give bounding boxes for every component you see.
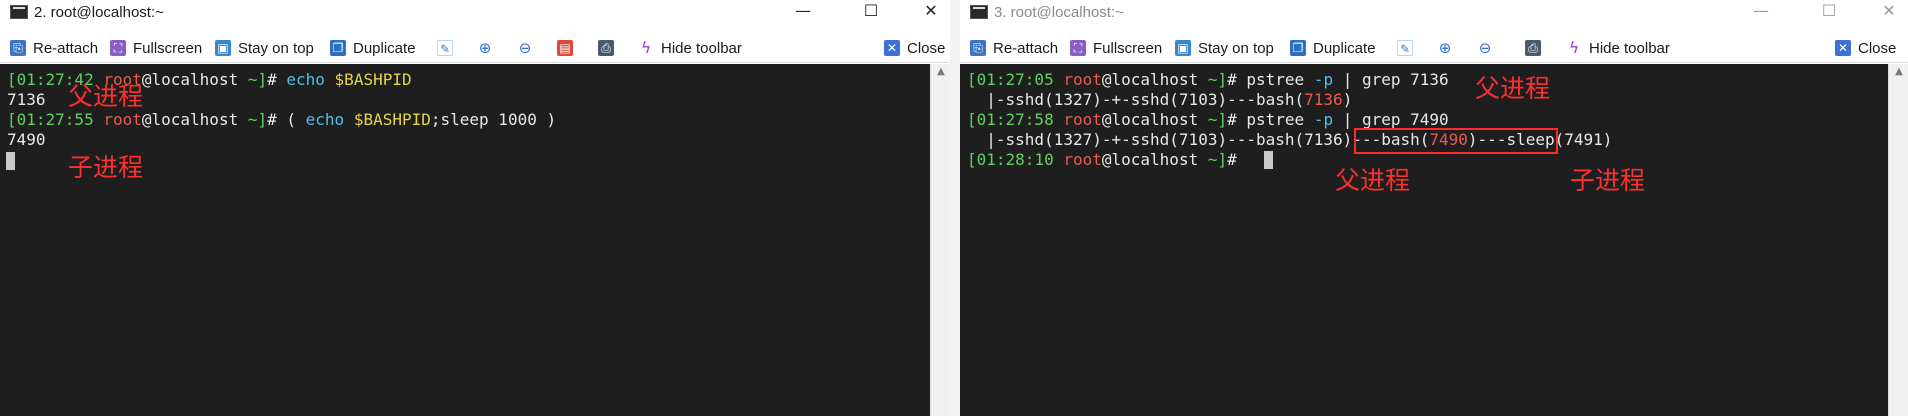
duplicate-icon: ❐ xyxy=(1290,40,1306,56)
fullscreen-icon: ⛶ xyxy=(1070,40,1086,56)
stay-on-top-icon: ▣ xyxy=(1175,40,1191,56)
hide-toolbar-button[interactable]: ϟ Hide toolbar xyxy=(1566,37,1670,59)
terminal-output[interactable]: [01:27:05 root@localhost ~]# pstree -p |… xyxy=(960,64,1888,416)
edit-button[interactable]: ✎ xyxy=(437,37,453,59)
terminal-app-icon xyxy=(10,5,28,19)
reattach-icon: ⎘ xyxy=(970,40,986,56)
vertical-scrollbar[interactable]: ▲ xyxy=(930,64,950,416)
terminal-window-right: 3. root@localhost:~ — ☐ ✕ ⎘ Re-attach ⛶ Fu… xyxy=(960,0,1908,416)
print-icon: ⎙ xyxy=(1525,40,1541,56)
edit-button[interactable]: ✎ xyxy=(1397,37,1413,59)
terminal-line: [01:27:58 root@localhost ~]# pstree -p |… xyxy=(967,110,1449,129)
terminal-line: [01:27:05 root@localhost ~]# pstree -p |… xyxy=(967,70,1449,89)
parent-process-annotation: 父进程 xyxy=(1475,74,1551,103)
save-icon: ▤ xyxy=(557,40,573,56)
title-bar[interactable]: 2. root@localhost:~ — ☐ ✕ xyxy=(0,0,950,26)
window-title: 3. root@localhost:~ xyxy=(994,4,1124,21)
fullscreen-button[interactable]: ⛶ Fullscreen xyxy=(110,37,202,59)
title-bar[interactable]: 3. root@localhost:~ — ☐ ✕ xyxy=(960,0,1908,26)
terminal-app-icon xyxy=(970,5,988,19)
reattach-button[interactable]: ⎘ Re-attach xyxy=(10,37,98,59)
hide-toolbar-button[interactable]: ϟ Hide toolbar xyxy=(638,37,742,59)
scroll-up-icon[interactable]: ▲ xyxy=(1889,66,1908,77)
save-button[interactable]: ▤ xyxy=(557,37,573,59)
bolt-icon: ϟ xyxy=(1566,40,1582,56)
print-button[interactable]: ⎙ xyxy=(1525,37,1541,59)
highlight-box xyxy=(1354,128,1558,154)
window-gap xyxy=(950,0,960,416)
toolbar: ⎘ Re-attach ⛶ Fullscreen ▣ Stay on top ❐ Dup… xyxy=(960,33,1908,63)
fullscreen-button[interactable]: ⛶ Fullscreen xyxy=(1070,37,1162,59)
print-button[interactable]: ⎙ xyxy=(598,37,614,59)
reattach-icon: ⎘ xyxy=(10,40,26,56)
stay-on-top-button[interactable]: ▣ Stay on top xyxy=(1175,37,1274,59)
stay-on-top-button[interactable]: ▣ Stay on top xyxy=(215,37,314,59)
reattach-button[interactable]: ⎘ Re-attach xyxy=(970,37,1058,59)
toolbar: ⎘ Re-attach ⛶ Fullscreen ▣ Stay on top ❐ Dup… xyxy=(0,33,950,63)
edit-icon: ✎ xyxy=(437,40,453,56)
terminal-line: |-sshd(1327)-+-sshd(7103)---bash(7136) xyxy=(967,90,1353,109)
terminal-line: [01:28:10 root@localhost ~]# xyxy=(967,150,1247,169)
terminal-line: 7136 xyxy=(7,90,46,109)
terminal-cursor xyxy=(1264,151,1273,169)
duplicate-button[interactable]: ❐ Duplicate xyxy=(1290,37,1376,59)
close-window-button[interactable]: ✕ xyxy=(908,0,950,24)
terminal-line: [01:27:55 root@localhost ~]# ( echo $BAS… xyxy=(7,110,557,129)
vertical-scrollbar[interactable]: ▲ xyxy=(1888,64,1908,416)
duplicate-icon: ❐ xyxy=(330,40,346,56)
print-icon: ⎙ xyxy=(598,40,614,56)
zoom-out-icon: ⊖ xyxy=(517,39,533,57)
terminal-output[interactable]: [01:27:42 root@localhost ~]# echo $BASHP… xyxy=(0,64,930,416)
stay-on-top-icon: ▣ xyxy=(215,40,231,56)
close-session-button[interactable]: ✕ Close xyxy=(884,37,945,59)
scroll-up-icon[interactable]: ▲ xyxy=(931,66,950,77)
bolt-icon: ϟ xyxy=(638,40,654,56)
fullscreen-icon: ⛶ xyxy=(110,40,126,56)
zoom-in-button[interactable]: ⊕ xyxy=(477,37,493,59)
terminal-window-left: 2. root@localhost:~ — ☐ ✕ ⎘ Re-attach ⛶ Fu… xyxy=(0,0,950,416)
window-title: 2. root@localhost:~ xyxy=(34,4,164,21)
terminal-cursor xyxy=(6,152,15,170)
maximize-button[interactable]: ☐ xyxy=(848,0,894,24)
child-process-annotation: 子进程 xyxy=(1570,166,1646,195)
parent-process-annotation: 父进程 xyxy=(1335,166,1411,195)
close-window-button[interactable]: ✕ xyxy=(1866,0,1908,24)
maximize-button[interactable]: ☐ xyxy=(1806,0,1852,24)
zoom-in-icon: ⊕ xyxy=(1437,39,1453,57)
close-session-button[interactable]: ✕ Close xyxy=(1835,37,1896,59)
edit-icon: ✎ xyxy=(1397,40,1413,56)
terminal-line: 7490 xyxy=(7,130,46,149)
duplicate-button[interactable]: ❐ Duplicate xyxy=(330,37,416,59)
parent-process-annotation: 父进程 xyxy=(68,82,144,111)
minimize-button[interactable]: — xyxy=(780,0,826,24)
child-process-annotation: 子进程 xyxy=(68,153,144,182)
close-icon: ✕ xyxy=(1835,40,1851,56)
zoom-out-button[interactable]: ⊖ xyxy=(1477,37,1493,59)
minimize-button[interactable]: — xyxy=(1738,0,1784,24)
zoom-out-icon: ⊖ xyxy=(1477,39,1493,57)
zoom-in-button[interactable]: ⊕ xyxy=(1437,37,1453,59)
close-icon: ✕ xyxy=(884,40,900,56)
zoom-out-button[interactable]: ⊖ xyxy=(517,37,533,59)
zoom-in-icon: ⊕ xyxy=(477,39,493,57)
